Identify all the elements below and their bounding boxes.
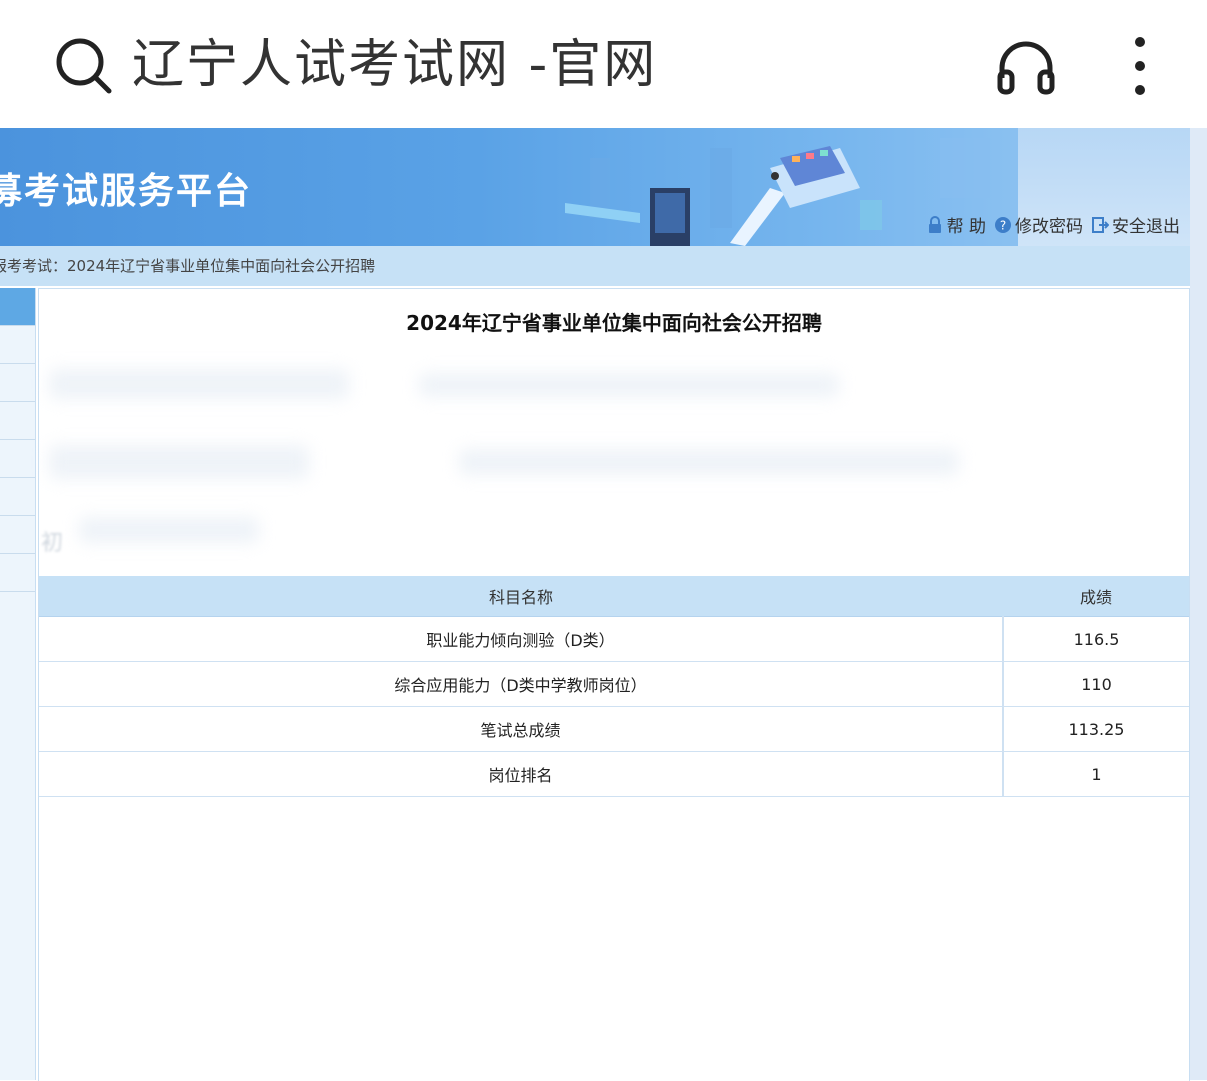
page-title: 2024年辽宁省事业单位集中面向社会公开招聘 (406, 311, 822, 335)
page-scrollbar[interactable] (1190, 128, 1207, 1080)
score-cell: 110 (1003, 661, 1189, 707)
search-query-text[interactable]: 辽宁人试考试网 -官网 (132, 30, 657, 100)
subject-cell: 笔试总成绩 (39, 706, 1004, 752)
sidebar-item[interactable] (0, 326, 35, 364)
change-password-label[interactable]: 修改密码 (1015, 212, 1083, 237)
sidebar-item[interactable] (0, 554, 35, 592)
breadcrumb: 报考考试：2024年辽宁省事业单位集中面向社会公开招聘 (0, 246, 1190, 286)
help-link[interactable]: 帮 助 (926, 212, 986, 237)
help-label[interactable]: 帮 助 (947, 212, 986, 237)
browser-search-bar[interactable]: 辽宁人试考试网 -官网 (0, 0, 1207, 128)
change-password-link[interactable]: ? 修改密码 (994, 212, 1083, 237)
logout-label[interactable]: 安全退出 (1112, 212, 1180, 237)
column-header-score: 成绩 (1003, 576, 1189, 617)
redacted-block (419, 373, 839, 397)
logout-link[interactable]: 安全退出 (1091, 212, 1180, 237)
table-row: 笔试总成绩 113.25 (39, 706, 1189, 752)
headphones-icon[interactable] (994, 34, 1058, 98)
redacted-block (49, 445, 309, 479)
account-links: 帮 助 ? 修改密码 安全退出 (918, 212, 1180, 237)
subject-cell: 职业能力倾向测验（D类） (39, 616, 1004, 662)
logout-icon (1092, 216, 1109, 233)
score-table: 科目名称 成绩 职业能力倾向测验（D类） 116.5 综合应用能力（D类中学教师… (39, 576, 1189, 797)
sidebar-item[interactable] (0, 478, 35, 516)
site-banner: 募考试服务平台 帮 助 ? 修改密码 安全退出 (0, 128, 1190, 246)
score-cell: 113.25 (1003, 706, 1189, 752)
redacted-block (459, 449, 959, 475)
subject-cell: 综合应用能力（D类中学教师岗位） (39, 661, 1004, 707)
subject-cell: 岗位排名 (39, 751, 1004, 797)
breadcrumb-text: 报考考试：2024年辽宁省事业单位集中面向社会公开招聘 (0, 257, 376, 275)
redacted-block (79, 517, 259, 543)
search-icon[interactable] (54, 36, 114, 96)
sidebar-item-active[interactable] (0, 288, 35, 326)
left-sidebar (0, 288, 36, 1080)
result-panel: 2024年辽宁省事业单位集中面向社会公开招聘 初 科目名称 成绩 职业能力倾向测… (38, 288, 1190, 1081)
redacted-block (49, 369, 349, 399)
score-cell: 116.5 (1003, 616, 1189, 662)
platform-title: 募考试服务平台 (0, 171, 253, 212)
more-vertical-icon[interactable] (1122, 34, 1158, 98)
table-row: 岗位排名 1 (39, 751, 1189, 797)
table-row: 综合应用能力（D类中学教师岗位） 110 (39, 661, 1189, 707)
redacted-fragment: 初 (41, 531, 64, 556)
lock-icon (928, 215, 941, 233)
sidebar-item[interactable] (0, 402, 35, 440)
redacted-info-area (39, 349, 1189, 575)
svg-text:?: ? (1000, 218, 1006, 232)
score-cell: 1 (1003, 751, 1189, 797)
sidebar-item[interactable] (0, 440, 35, 478)
table-row: 职业能力倾向测验（D类） 116.5 (39, 616, 1189, 662)
question-icon: ? (995, 216, 1011, 233)
sidebar-item[interactable] (0, 516, 35, 554)
column-header-subject: 科目名称 (39, 576, 1003, 617)
sidebar-item[interactable] (0, 364, 35, 402)
table-header-row: 科目名称 成绩 (39, 576, 1189, 617)
